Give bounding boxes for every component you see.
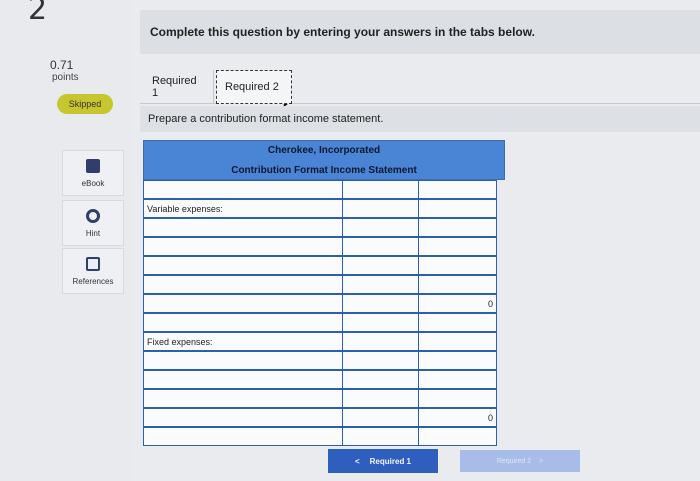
total-cell	[419, 389, 497, 408]
table-row	[143, 389, 505, 408]
total-cell	[419, 199, 497, 218]
ebook-icon	[86, 158, 100, 173]
amount-cell[interactable]	[343, 370, 419, 389]
references-button[interactable]: References	[62, 248, 124, 294]
hint-button[interactable]: Hint	[62, 200, 124, 246]
label-cell[interactable]	[143, 294, 343, 313]
tab-required-1[interactable]: Required 1	[144, 70, 214, 104]
points-value: 0.71	[50, 58, 74, 72]
table-row	[143, 313, 505, 332]
label-cell[interactable]	[143, 237, 343, 256]
label-cell[interactable]	[143, 351, 343, 370]
amount-cell[interactable]	[343, 389, 419, 408]
total-cell[interactable]	[419, 313, 497, 332]
amount-cell[interactable]	[343, 427, 419, 446]
amount-cell[interactable]	[343, 351, 419, 370]
prev-tab-label: Required 1	[369, 456, 411, 466]
table-row	[143, 275, 505, 294]
references-icon	[86, 256, 100, 271]
total-cell	[419, 351, 497, 370]
table-row	[143, 218, 505, 237]
instructions: Complete this question by entering your …	[140, 10, 700, 54]
amount-cell[interactable]	[343, 408, 419, 427]
table-row	[143, 427, 505, 446]
references-label: References	[72, 276, 114, 286]
tab-required-2[interactable]: Required 2	[216, 70, 292, 104]
amount-cell[interactable]	[343, 218, 419, 237]
total-cell	[419, 332, 497, 351]
tab-bar: Required 1 Required 2	[140, 62, 700, 104]
label-cell[interactable]	[143, 370, 343, 389]
total-cell	[419, 218, 497, 237]
label-cell[interactable]	[143, 408, 343, 427]
table-row	[143, 370, 505, 389]
hint-label: Hint	[85, 228, 101, 238]
amount-cell[interactable]	[343, 294, 419, 313]
total-cell	[419, 275, 497, 294]
fixed-expenses-total: 0	[419, 408, 497, 427]
prev-tab-button[interactable]: < Required 1	[328, 449, 438, 473]
label-cell[interactable]	[143, 313, 343, 332]
label-cell[interactable]	[143, 275, 343, 294]
variable-expenses-label: Variable expenses:	[143, 199, 343, 218]
ebook-label: eBook	[81, 178, 105, 188]
label-cell[interactable]	[143, 427, 343, 446]
label-cell[interactable]	[143, 180, 343, 199]
next-tab-button[interactable]: Required 2 >	[460, 450, 580, 472]
table-row: Variable expenses:	[143, 199, 505, 218]
total-cell	[419, 370, 497, 389]
next-tab-label: Required 2	[496, 457, 532, 465]
amount-cell	[343, 199, 419, 218]
income-statement: Cherokee, Incorporated Contribution Form…	[143, 140, 505, 446]
total-cell[interactable]	[419, 427, 497, 446]
label-cell[interactable]	[143, 389, 343, 408]
amount-cell[interactable]	[343, 180, 419, 199]
variable-expenses-total: 0	[419, 294, 497, 313]
amount-cell[interactable]	[343, 237, 419, 256]
ebook-button[interactable]: eBook	[62, 150, 124, 196]
table-row: Fixed expenses:	[143, 332, 505, 351]
points-label: points	[52, 72, 79, 83]
hint-icon	[86, 208, 100, 223]
label-cell[interactable]	[143, 218, 343, 237]
table-row: 0	[143, 408, 505, 427]
label-cell[interactable]	[143, 256, 343, 275]
table-row	[143, 256, 505, 275]
chevron-right-icon: >	[539, 457, 544, 465]
status-badge: Skipped	[57, 94, 113, 114]
total-cell[interactable]	[419, 180, 497, 199]
table-row: 0	[143, 294, 505, 313]
table-row	[143, 180, 505, 199]
statement-title: Contribution Format Income Statement	[231, 165, 417, 176]
fixed-expenses-label: Fixed expenses:	[143, 332, 343, 351]
total-cell	[419, 256, 497, 275]
amount-cell[interactable]	[343, 275, 419, 294]
amount-cell[interactable]	[343, 313, 419, 332]
amount-cell	[343, 332, 419, 351]
prompt: Prepare a contribution format income sta…	[140, 106, 700, 132]
table-row	[143, 237, 505, 256]
question-number: 2	[28, 0, 48, 27]
amount-cell[interactable]	[343, 256, 419, 275]
left-rail: 2 0.71 points Skipped eBook Hint Referen…	[0, 0, 130, 481]
total-cell	[419, 237, 497, 256]
chevron-left-icon: <	[354, 456, 360, 466]
statement-header: Cherokee, Incorporated Contribution Form…	[143, 140, 505, 180]
table-row	[143, 351, 505, 370]
company-name: Cherokee, Incorporated	[267, 145, 381, 156]
